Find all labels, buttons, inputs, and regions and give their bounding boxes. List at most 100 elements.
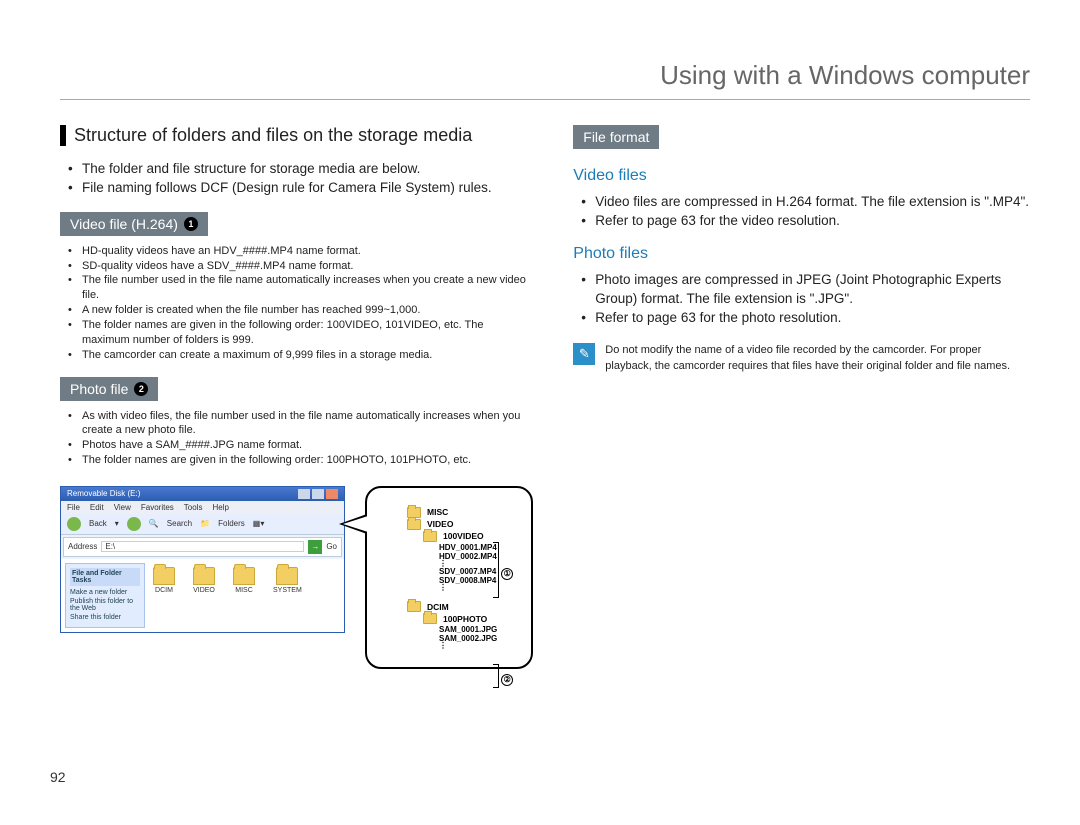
- bracket-icon: [493, 542, 499, 598]
- pill-label: File format: [583, 129, 649, 145]
- tree-label: 100VIDEO: [443, 531, 484, 541]
- explorer-content: DCIM VIDEO MISC SYSTEM: [149, 559, 344, 632]
- tree-label: MISC: [427, 507, 448, 517]
- menu-item[interactable]: View: [114, 503, 131, 512]
- list-item: SD-quality videos have a SDV_####.MP4 na…: [68, 259, 533, 274]
- back-icon[interactable]: [67, 517, 81, 531]
- list-item: Refer to page 63 for the video resolutio…: [581, 212, 1030, 231]
- bracket-icon: [493, 664, 499, 688]
- folder-label: MISC: [235, 587, 253, 594]
- section-heading: Structure of folders and files on the st…: [60, 125, 533, 146]
- tree-file: SAM_0001.JPG: [391, 625, 497, 634]
- search-label[interactable]: Search: [167, 519, 192, 528]
- tree-file: HDV_0001.MP4: [391, 543, 497, 552]
- sidebar-item[interactable]: Share this folder: [70, 614, 140, 621]
- photo-bullets: As with video files, the file number use…: [60, 409, 533, 468]
- intro-item: The folder and file structure for storag…: [68, 160, 533, 179]
- note-icon: ✎: [573, 343, 595, 365]
- ref-2-icon: 2: [134, 382, 148, 396]
- tree-label: DCIM: [427, 602, 449, 612]
- folder-label: DCIM: [155, 587, 173, 594]
- pill-label: Video file (H.264): [70, 216, 178, 232]
- left-column: Structure of folders and files on the st…: [60, 125, 533, 669]
- menu-item[interactable]: Edit: [90, 503, 104, 512]
- ref-marker-1: ①: [501, 568, 513, 580]
- intro-item: File naming follows DCF (Design rule for…: [68, 179, 533, 198]
- list-item: The camcorder can create a maximum of 9,…: [68, 348, 533, 363]
- note-block: ✎ Do not modify the name of a video file…: [573, 343, 1030, 374]
- maximize-icon[interactable]: [312, 489, 324, 499]
- folder-item[interactable]: SYSTEM: [273, 567, 302, 624]
- tree-label: 100PHOTO: [443, 614, 487, 624]
- photo-files-list: Photo images are compressed in JPEG (Joi…: [573, 271, 1030, 328]
- forward-icon[interactable]: [127, 517, 141, 531]
- menu-item[interactable]: File: [67, 503, 80, 512]
- pill-label: Photo file: [70, 381, 128, 397]
- video-file-pill: Video file (H.264) 1: [60, 212, 208, 236]
- menu-item[interactable]: Tools: [184, 503, 203, 512]
- explorer-titlebar: Removable Disk (E:): [61, 487, 344, 501]
- page-number: 92: [50, 769, 66, 785]
- folder-icon: [407, 601, 421, 612]
- ellipsis-icon: ⋮: [391, 643, 497, 649]
- menu-item[interactable]: Favorites: [141, 503, 174, 512]
- note-text: Do not modify the name of a video file r…: [605, 343, 1030, 374]
- go-button[interactable]: →: [308, 540, 322, 554]
- right-column: File format Video files Video files are …: [573, 125, 1030, 669]
- folder-label: SYSTEM: [273, 587, 302, 594]
- photo-file-pill: Photo file 2: [60, 377, 158, 401]
- back-label[interactable]: Back: [89, 519, 107, 528]
- explorer-title: Removable Disk (E:): [67, 489, 140, 498]
- address-input[interactable]: E:\: [101, 541, 304, 552]
- intro-list: The folder and file structure for storag…: [60, 160, 533, 198]
- list-item: Photo images are compressed in JPEG (Joi…: [581, 271, 1030, 309]
- video-files-list: Video files are compressed in H.264 form…: [573, 193, 1030, 231]
- explorer-window: Removable Disk (E:) File Edit View Favor…: [60, 486, 345, 633]
- video-bullets: HD-quality videos have an HDV_####.MP4 n…: [60, 244, 533, 363]
- sidebar-item[interactable]: Publish this folder to the Web: [70, 598, 140, 612]
- folder-icon: [423, 531, 437, 542]
- close-icon[interactable]: [326, 489, 338, 499]
- address-bar: Address E:\ → Go: [63, 537, 342, 557]
- folder-icon: [193, 567, 215, 585]
- video-files-heading: Video files: [573, 167, 1030, 185]
- folder-icon: [407, 519, 421, 530]
- explorer-sidebar: File and Folder Tasks Make a new folder …: [65, 563, 145, 628]
- folder-icon: [233, 567, 255, 585]
- list-item: The file number used in the file name au…: [68, 273, 533, 303]
- folder-icon: [153, 567, 175, 585]
- tree-label: VIDEO: [427, 519, 453, 529]
- list-item: As with video files, the file number use…: [68, 409, 533, 439]
- list-item: Photos have a SAM_####.JPG name format.: [68, 438, 533, 453]
- folders-label[interactable]: Folders: [218, 519, 245, 528]
- view-icon[interactable]: ▦▾: [253, 519, 265, 528]
- folder-icon: [276, 567, 298, 585]
- sidebar-item[interactable]: Make a new folder: [70, 589, 140, 596]
- minimize-icon[interactable]: [298, 489, 310, 499]
- folder-icon: [423, 613, 437, 624]
- file-format-pill: File format: [573, 125, 659, 149]
- diagram-area: Removable Disk (E:) File Edit View Favor…: [60, 486, 533, 669]
- folder-item[interactable]: VIDEO: [193, 567, 215, 624]
- folder-tree-diagram: ① ② MISC VIDEO 100VIDEO HDV_0001.MP4 HDV…: [365, 486, 533, 669]
- photo-files-heading: Photo files: [573, 245, 1030, 263]
- list-item: The folder names are given in the follow…: [68, 453, 533, 468]
- ref-1-icon: 1: [184, 217, 198, 231]
- explorer-menu: File Edit View Favorites Tools Help: [61, 501, 344, 514]
- ref-marker-2: ②: [501, 674, 513, 686]
- list-item: The folder names are given in the follow…: [68, 318, 533, 348]
- folder-label: VIDEO: [193, 587, 215, 594]
- list-item: A new folder is created when the file nu…: [68, 303, 533, 318]
- sidebar-title: File and Folder Tasks: [70, 568, 140, 586]
- folder-item[interactable]: DCIM: [153, 567, 175, 624]
- go-label: Go: [326, 542, 337, 551]
- address-label: Address: [68, 542, 97, 551]
- explorer-toolbar: Back ▾ 🔍Search 📁Folders ▦▾: [61, 514, 344, 535]
- tree-file: SDV_0007.MP4: [391, 567, 497, 576]
- folder-item[interactable]: MISC: [233, 567, 255, 624]
- list-item: Refer to page 63 for the photo resolutio…: [581, 309, 1030, 328]
- menu-item[interactable]: Help: [212, 503, 228, 512]
- page-title: Using with a Windows computer: [60, 60, 1030, 100]
- list-item: Video files are compressed in H.264 form…: [581, 193, 1030, 212]
- list-item: HD-quality videos have an HDV_####.MP4 n…: [68, 244, 533, 259]
